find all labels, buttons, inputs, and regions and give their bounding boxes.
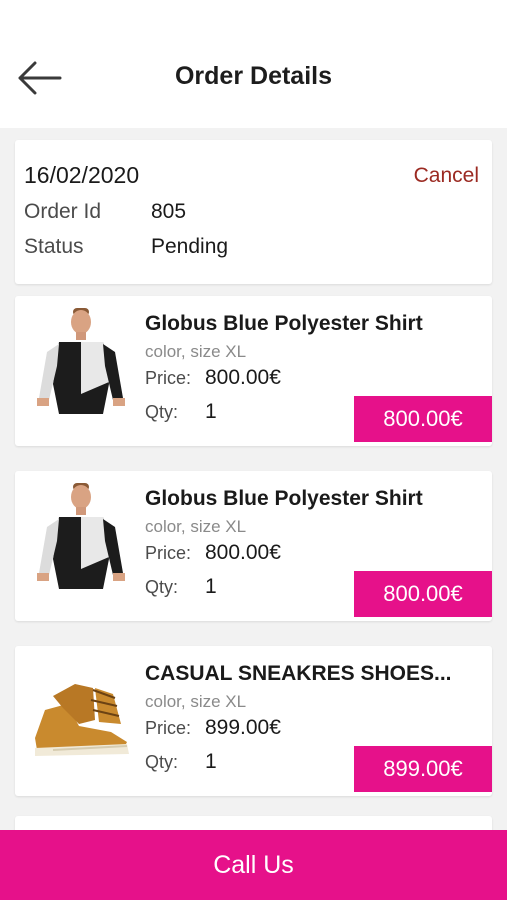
product-name: Globus Blue Polyester Shirt bbox=[145, 312, 423, 335]
product-variant: color, size XL bbox=[145, 517, 247, 536]
order-item-card[interactable]: Globus Blue Polyester Shirt color, size … bbox=[15, 296, 492, 446]
shirt-model-image bbox=[37, 308, 125, 414]
qty-label: Qty: bbox=[145, 402, 179, 422]
price-label: Price: bbox=[145, 543, 192, 563]
order-id-label: Order Id bbox=[24, 200, 102, 223]
qty-value: 1 bbox=[205, 400, 217, 423]
product-name: Globus Blue Polyester Shirt bbox=[145, 487, 423, 510]
price-label: Price: bbox=[145, 718, 192, 738]
price-label: Price: bbox=[145, 368, 192, 388]
order-date: 16/02/2020 bbox=[24, 162, 140, 188]
product-name: CASUAL SNEAKRES SHOES... bbox=[145, 662, 452, 685]
price-value: 800.00€ bbox=[205, 541, 281, 564]
cancel-order-button[interactable]: Cancel bbox=[414, 164, 479, 188]
status-value: Pending bbox=[151, 235, 229, 258]
order-summary-card: 16/02/2020 Cancel Order Id 805 Status Pe… bbox=[15, 140, 492, 284]
qty-value: 1 bbox=[205, 750, 217, 773]
product-variant: color, size XL bbox=[145, 342, 247, 361]
product-variant: color, size XL bbox=[145, 692, 247, 711]
item-total-badge: 899.00€ bbox=[354, 746, 492, 792]
status-label: Status bbox=[24, 235, 84, 258]
price-value: 800.00€ bbox=[205, 366, 281, 389]
app-header: Order Details bbox=[0, 0, 507, 128]
order-item-card[interactable]: Globus Blue Polyester Shirt color, size … bbox=[15, 471, 492, 621]
qty-label: Qty: bbox=[145, 577, 179, 597]
sneaker-shoe-image bbox=[35, 684, 129, 756]
qty-value: 1 bbox=[205, 575, 217, 598]
order-id-value: 805 bbox=[151, 200, 187, 223]
item-total-badge: 800.00€ bbox=[354, 396, 492, 442]
order-item-card[interactable]: CASUAL SNEAKRES SHOES... color, size XL … bbox=[15, 646, 492, 796]
qty-label: Qty: bbox=[145, 752, 179, 772]
item-total-badge: 800.00€ bbox=[354, 571, 492, 617]
price-value: 899.00€ bbox=[205, 716, 281, 739]
shirt-model-image bbox=[37, 483, 125, 589]
call-us-button[interactable]: Call Us bbox=[0, 830, 507, 900]
page-title: Order Details bbox=[174, 62, 332, 90]
